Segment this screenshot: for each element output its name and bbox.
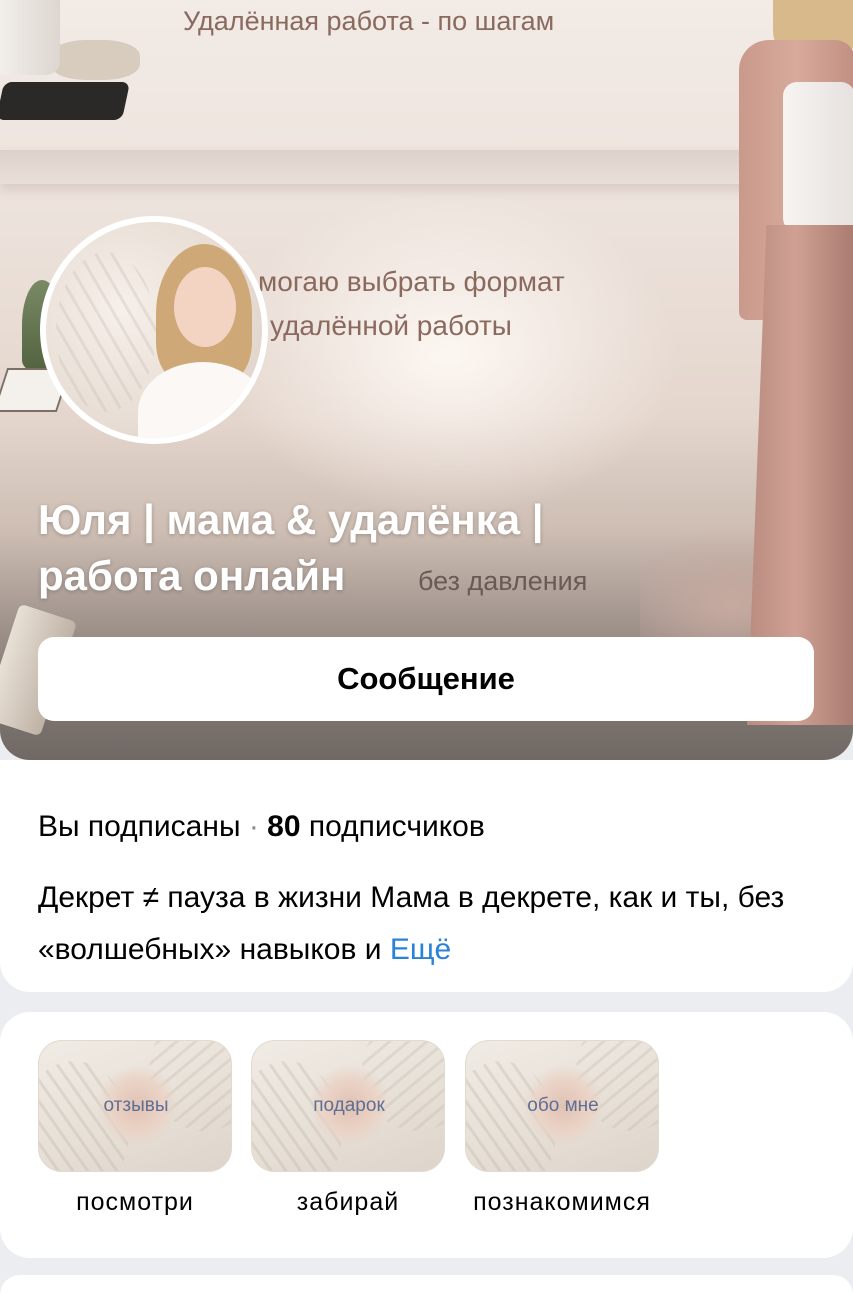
profile-cover: Удалённая работа - по шагам могаю выбрат…: [0, 0, 853, 760]
highlight-thumbnail[interactable]: обо мне: [465, 1040, 659, 1172]
cover-top-text: Удалённая работа - по шагам: [183, 6, 555, 36]
cover-cloth: [50, 40, 140, 80]
cover-mid-text-line2: удалённой работы: [270, 310, 512, 341]
highlight-thumb-label: отзывы: [103, 1095, 169, 1116]
subscribers-count: 80: [267, 810, 301, 843]
subscription-status[interactable]: Вы подписаны · 80 подписчиков: [38, 810, 485, 844]
highlight-caption: посмотри: [76, 1188, 194, 1216]
highlights-card: отзывы посмотри подарок забирай обо мне …: [0, 1012, 853, 1258]
highlight-thumbnail[interactable]: подарок: [251, 1040, 445, 1172]
message-button[interactable]: Сообщение: [38, 637, 814, 721]
profile-name: Юля | мама & удалёнка | работа онлайн: [38, 496, 544, 599]
highlight-item[interactable]: отзывы посмотри: [38, 1040, 232, 1217]
next-card-edge: [0, 1275, 853, 1295]
profile-description: Декрет ≠ пауза в жизни Мама в декрете, к…: [38, 872, 828, 976]
highlight-caption: познакомимся: [473, 1188, 651, 1216]
highlight-item[interactable]: подарок забирай: [251, 1040, 445, 1217]
highlight-caption: забирай: [296, 1188, 400, 1216]
subscribed-label: Вы подписаны: [38, 810, 241, 843]
avatar[interactable]: [40, 216, 268, 444]
highlight-thumbnail[interactable]: отзывы: [38, 1040, 232, 1172]
separator-dot: ·: [240, 810, 268, 843]
cover-light: [220, 190, 680, 520]
highlight-thumb-label: подарок: [313, 1095, 385, 1116]
highlight-thumb-label: обо мне: [527, 1095, 599, 1116]
profile-info-card: Вы подписаны · 80 подписчиков Декрет ≠ п…: [0, 760, 853, 992]
highlight-item[interactable]: обо мне познакомимся: [465, 1040, 659, 1217]
cover-mug: [0, 0, 60, 75]
show-more-link[interactable]: Ещё: [390, 933, 451, 966]
subscribers-label: подписчиков: [300, 810, 485, 843]
cover-woman-figure: [725, 0, 853, 725]
cover-phone: [0, 82, 131, 120]
cover-mid-text-line1: могаю выбрать формат: [258, 266, 565, 297]
